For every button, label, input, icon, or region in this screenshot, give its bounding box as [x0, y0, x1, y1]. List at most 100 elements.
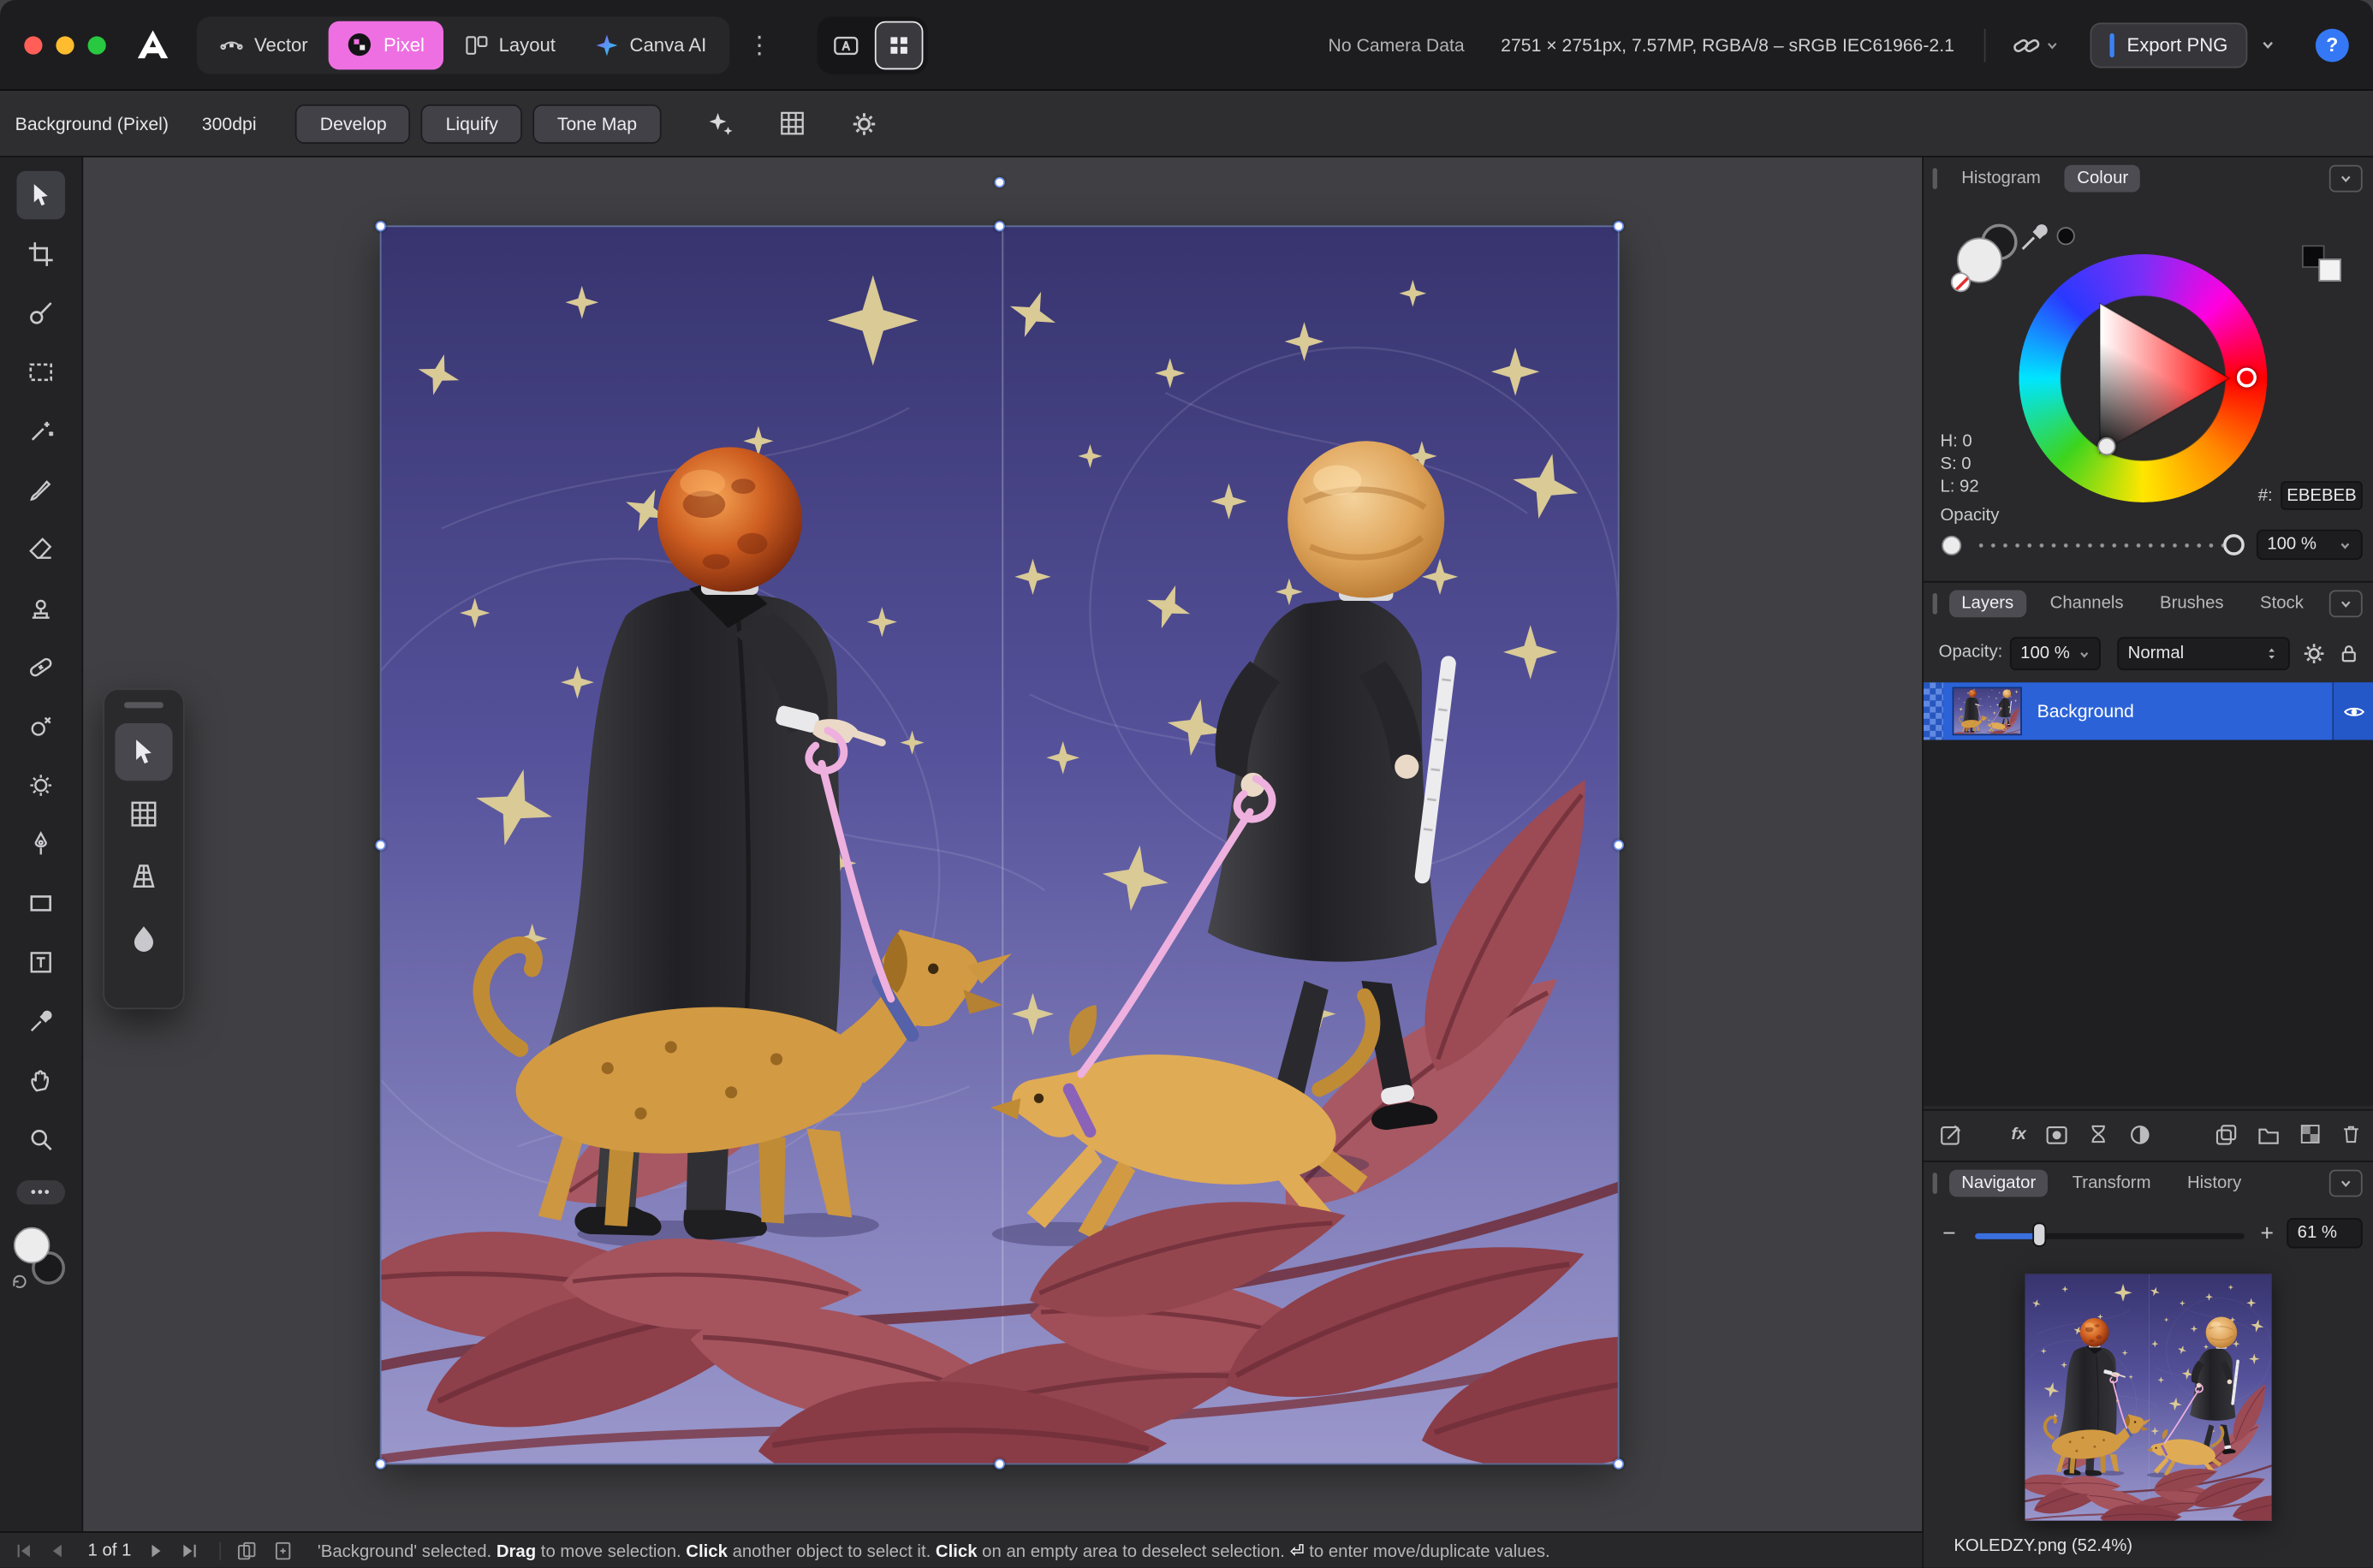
blend-mode-dropdown[interactable]: Normal — [2117, 637, 2290, 670]
delete-layer-button[interactable] — [2340, 1123, 2363, 1146]
rectangle-tool[interactable] — [16, 879, 65, 928]
tone-map-button[interactable]: Tone Map — [533, 104, 662, 143]
zoom-tool[interactable] — [16, 1115, 65, 1164]
lightness-marker[interactable] — [2097, 437, 2115, 455]
layer-opacity-dropdown[interactable]: 100 % — [2010, 637, 2101, 670]
adjustment-button[interactable] — [2127, 1122, 2151, 1146]
selection-handle-mid-right[interactable] — [1614, 840, 1624, 850]
white-swatch[interactable] — [2318, 258, 2341, 282]
collapse-panel-button[interactable] — [2329, 1170, 2363, 1197]
selection-handle-top-center[interactable] — [995, 221, 1005, 231]
copy-icon[interactable] — [235, 1540, 257, 1561]
duplicate-icon[interactable] — [272, 1540, 294, 1561]
grid-toggle-button[interactable] — [874, 21, 923, 69]
frame-text-tool[interactable] — [16, 938, 65, 987]
pen-tool[interactable] — [16, 820, 65, 869]
more-tools-button[interactable]: ••• — [16, 1180, 65, 1204]
tab-layers[interactable]: Layers — [1949, 590, 2025, 617]
selection-handle-top-left[interactable] — [375, 221, 385, 231]
tab-colour[interactable]: Colour — [2065, 165, 2140, 193]
close-window-button[interactable] — [24, 36, 42, 54]
persona-vector[interactable]: Vector — [201, 21, 326, 69]
persona-canva-ai[interactable]: Canva AI — [577, 21, 725, 69]
edit-all-layers-toggle[interactable] — [1939, 1122, 1963, 1146]
primary-colour-swatch[interactable] — [14, 1227, 50, 1263]
live-filter-button[interactable] — [2087, 1123, 2110, 1146]
tab-histogram[interactable]: Histogram — [1949, 165, 2053, 193]
opacity-slider-track[interactable] — [1975, 543, 2223, 548]
group-layers-button[interactable] — [2257, 1122, 2281, 1146]
assistant-toggle-button[interactable] — [822, 21, 871, 69]
crop-tool[interactable] — [16, 230, 65, 279]
colour-wheel[interactable] — [2019, 254, 2267, 502]
blemish-removal-tool[interactable] — [16, 702, 65, 751]
auto-enhance-button[interactable] — [706, 110, 734, 137]
go-next-page-button[interactable] — [146, 1541, 164, 1559]
liquify-button[interactable]: Liquify — [421, 104, 522, 143]
picked-colour-dot[interactable] — [2057, 227, 2075, 245]
palette-perspective-tool[interactable] — [115, 847, 172, 905]
develop-button[interactable]: Develop — [296, 104, 411, 143]
layer-effects-button[interactable]: fx — [2012, 1125, 2026, 1143]
zoom-out-button[interactable]: − — [1936, 1220, 1963, 1247]
colour-picker-tool[interactable] — [16, 997, 65, 1046]
more-personas-icon[interactable]: ⋮ — [744, 29, 774, 59]
canvas-viewport[interactable] — [83, 157, 1922, 1531]
tab-channels[interactable]: Channels — [2038, 590, 2136, 617]
go-previous-page-button[interactable] — [49, 1541, 67, 1559]
colour-selector-well[interactable] — [10, 1227, 71, 1297]
collapse-panel-button[interactable] — [2329, 165, 2363, 193]
zoom-value-field[interactable]: 61 % — [2287, 1218, 2362, 1248]
pixel-grid-button[interactable] — [779, 110, 805, 136]
palette-drag-handle[interactable] — [124, 702, 164, 708]
selection-handle-top-right[interactable] — [1614, 221, 1624, 231]
reset-colours-icon[interactable] — [10, 1273, 28, 1291]
colour-picker-icon[interactable] — [2018, 221, 2051, 254]
persona-layout[interactable]: Layout — [446, 21, 574, 69]
zoom-in-button[interactable]: + — [2253, 1220, 2281, 1247]
layer-settings-icon[interactable] — [2302, 642, 2326, 666]
palette-mesh-warp-tool[interactable] — [115, 786, 172, 843]
collapse-panel-button[interactable] — [2329, 590, 2363, 617]
move-tool[interactable] — [16, 171, 65, 220]
palette-liquify-tool[interactable] — [115, 910, 172, 967]
dodge-brush-tool[interactable] — [16, 761, 65, 810]
help-button[interactable]: ? — [2316, 28, 2349, 62]
colour-opacity-value[interactable]: 100 % — [2257, 530, 2363, 560]
marquee-select-tool[interactable] — [16, 348, 65, 397]
panel-grip[interactable] — [1933, 593, 1937, 615]
saturation-triangle[interactable] — [2019, 254, 2267, 502]
selection-handle-mid-left[interactable] — [375, 840, 385, 850]
minimize-window-button[interactable] — [56, 36, 74, 54]
new-pixel-layer-button[interactable] — [2299, 1123, 2322, 1146]
navigator-thumbnail[interactable] — [2025, 1274, 2271, 1521]
view-tool[interactable] — [16, 1056, 65, 1105]
zoom-window-button[interactable] — [88, 36, 106, 54]
hex-input[interactable]: EBEBEB — [2281, 481, 2362, 510]
palette-move-tool[interactable] — [115, 723, 172, 781]
zoom-slider-track[interactable] — [1975, 1233, 2245, 1239]
selection-brush-tool[interactable] — [16, 289, 65, 338]
go-last-page-button[interactable] — [180, 1541, 198, 1559]
erase-brush-tool[interactable] — [16, 525, 65, 573]
export-options-button[interactable] — [2253, 30, 2282, 59]
persona-pixel[interactable]: Pixel — [329, 21, 443, 69]
healing-brush-tool[interactable] — [16, 643, 65, 692]
export-png-button[interactable]: Export PNG — [2090, 22, 2247, 68]
rotation-handle[interactable] — [995, 177, 1005, 187]
selection-handle-bottom-right[interactable] — [1614, 1458, 1624, 1469]
no-colour-badge[interactable] — [1951, 272, 1971, 292]
opacity-slider-knob[interactable] — [2223, 534, 2245, 555]
clone-brush-tool[interactable] — [16, 584, 65, 633]
settings-button[interactable] — [850, 110, 877, 137]
tab-history[interactable]: History — [2175, 1170, 2254, 1197]
panel-grip[interactable] — [1933, 168, 1937, 189]
selection-handle-bottom-center[interactable] — [995, 1458, 1005, 1469]
layer-visibility-toggle[interactable] — [2332, 682, 2373, 739]
hue-marker[interactable] — [2237, 368, 2257, 388]
lock-layer-icon[interactable] — [2338, 643, 2359, 664]
go-first-page-button[interactable] — [15, 1541, 33, 1559]
opacity-slider-start-knob[interactable] — [1942, 536, 1961, 555]
flood-select-tool[interactable] — [16, 407, 65, 456]
snapshot-button[interactable] — [2214, 1122, 2238, 1146]
